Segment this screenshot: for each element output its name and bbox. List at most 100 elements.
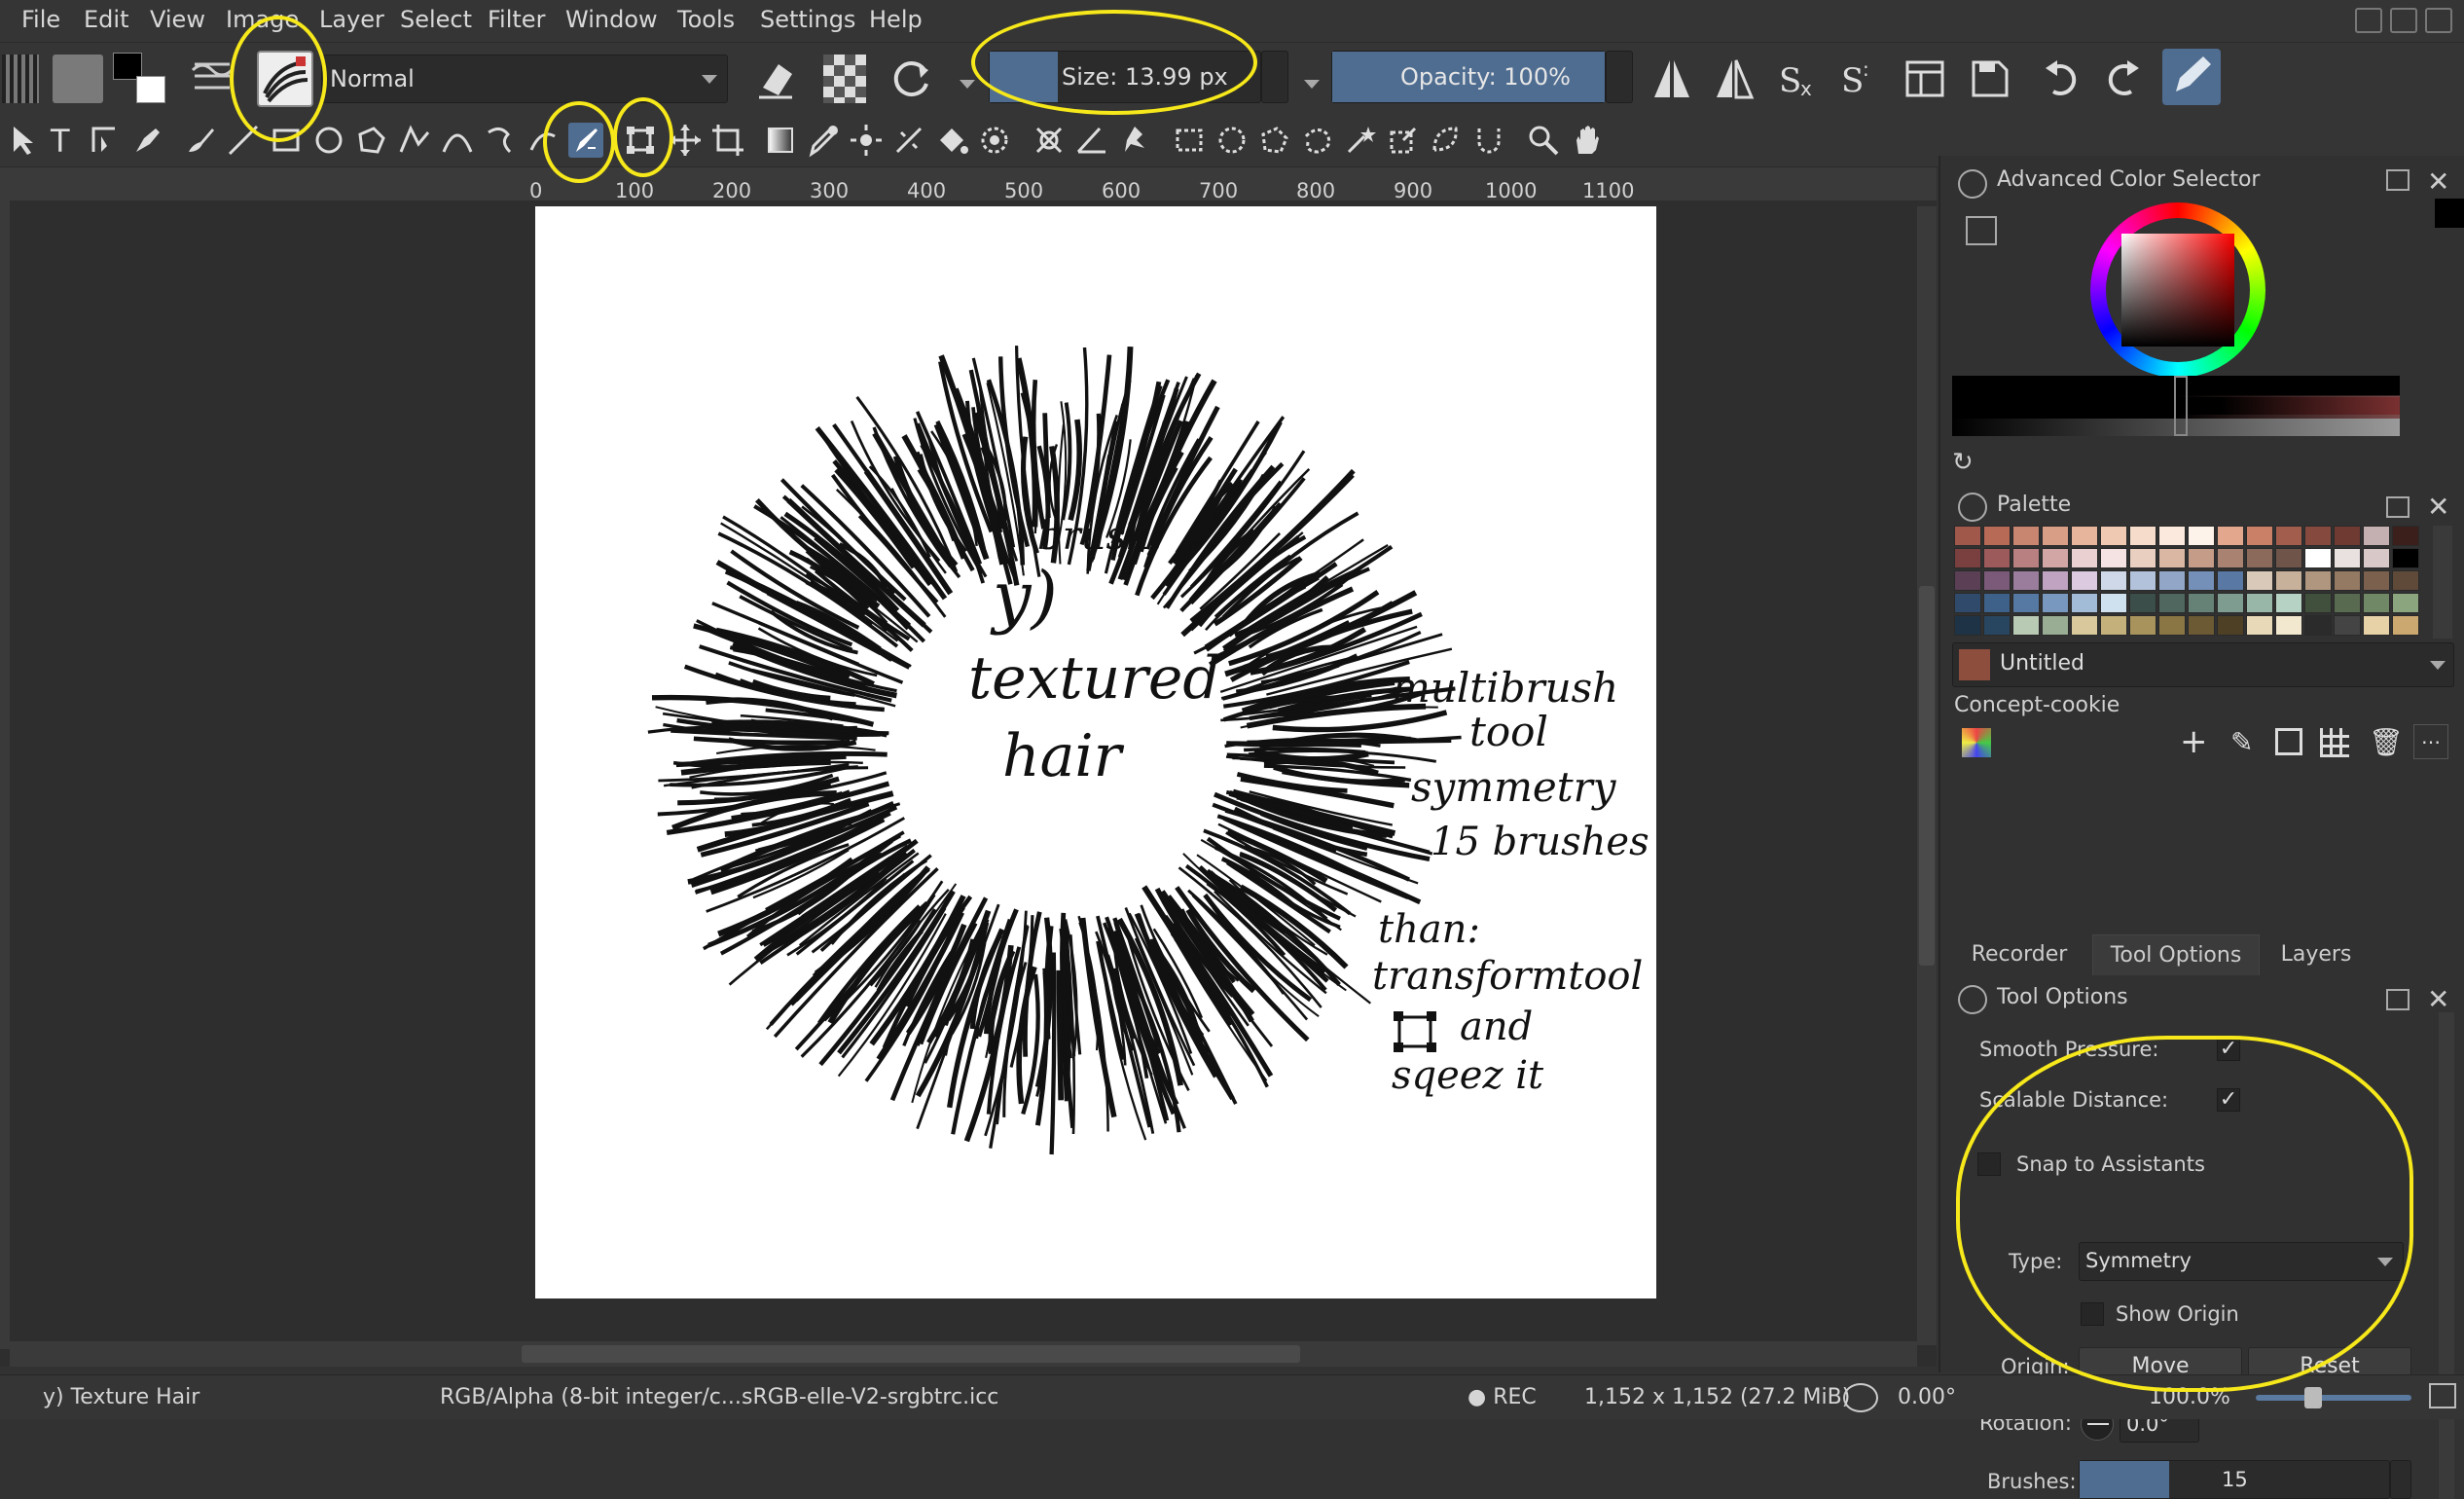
color-selector-settings-icon[interactable] [1966, 216, 1997, 245]
enclose-fill-icon[interactable] [977, 123, 1012, 158]
palette-swatch[interactable] [2275, 615, 2302, 636]
brushes-slider[interactable]: 15 [2079, 1460, 2390, 1499]
palette-swatch[interactable] [2392, 593, 2419, 613]
palette-swatch[interactable] [2217, 548, 2244, 568]
palette-swatch[interactable] [2100, 526, 2127, 546]
palette-swatch[interactable] [2188, 615, 2215, 636]
pan-tool-icon[interactable] [1569, 123, 1604, 158]
palette-swatch[interactable] [2217, 615, 2244, 636]
size-spinner[interactable] [1261, 51, 1288, 103]
select-shapes-icon[interactable] [6, 123, 41, 158]
palette-swatch[interactable] [2158, 526, 2186, 546]
measure-tool-icon[interactable] [1074, 123, 1109, 158]
gradient-tool-icon[interactable] [763, 123, 798, 158]
palette-color-select[interactable]: Untitled [1952, 642, 2454, 687]
float-docker-icon[interactable] [2386, 989, 2410, 1010]
more-options-button[interactable]: … [2413, 724, 2448, 759]
snap-assistants-checkbox[interactable] [1977, 1152, 2001, 1176]
palette-swatch[interactable] [1954, 548, 1981, 568]
fill-tool-icon[interactable] [934, 123, 969, 158]
palette-swatch[interactable] [1983, 615, 2011, 636]
palette-swatch[interactable] [2188, 570, 2215, 591]
palette-swatch[interactable] [2071, 615, 2098, 636]
mirror-vertical-icon[interactable] [1713, 55, 1756, 103]
wrap-around-icon[interactable]: Sx [1777, 55, 1820, 103]
palette-swatch[interactable] [1983, 570, 2011, 591]
palette-swatch[interactable] [1983, 548, 2011, 568]
rect-select-icon[interactable] [1172, 123, 1207, 158]
palette-swatch[interactable] [2100, 593, 2127, 613]
status-zoom-level[interactable]: 100.0% [2149, 1385, 2230, 1409]
vertical-scrollbar[interactable] [1917, 206, 1937, 1345]
rectangle-tool-icon[interactable] [269, 123, 304, 158]
palette-swatch[interactable] [2012, 548, 2040, 568]
opacity-slider[interactable]: Opacity: 100% [1331, 51, 1606, 103]
palette-swatch[interactable] [1954, 615, 1981, 636]
workspace-icon[interactable] [1903, 55, 1946, 103]
edit-swatch-icon[interactable]: ✎ [2230, 726, 2253, 758]
menu-layer[interactable]: Layer [319, 6, 384, 33]
show-origin-checkbox[interactable] [2081, 1302, 2104, 1326]
palette-swatch[interactable] [2334, 526, 2361, 546]
ellipse-select-icon[interactable] [1214, 123, 1250, 158]
magnetic-select-icon[interactable] [1471, 123, 1506, 158]
brush-settings-icon[interactable] [191, 56, 236, 99]
palette-swatch[interactable] [2158, 548, 2186, 568]
type-select[interactable]: Symmetry [2079, 1242, 2404, 1281]
ellipse-tool-icon[interactable] [311, 123, 346, 158]
palette-chooser-icon[interactable] [1962, 728, 1991, 757]
palette-swatch[interactable] [2100, 615, 2127, 636]
palette-swatch[interactable] [2275, 526, 2302, 546]
palette-swatch[interactable] [2246, 526, 2273, 546]
palette-swatch[interactable] [2012, 526, 2040, 546]
status-recording[interactable]: ● REC [1468, 1385, 1537, 1409]
palette-swatch[interactable] [1954, 526, 1981, 546]
smooth-pressure-checkbox[interactable]: ✓ [2217, 1038, 2240, 1061]
size-slider[interactable]: Size: 13.99 px [989, 51, 1261, 103]
scalable-distance-checkbox[interactable]: ✓ [2217, 1088, 2240, 1112]
multibrush-tool-icon[interactable] [568, 123, 603, 158]
brushes-spinner[interactable] [2390, 1460, 2411, 1499]
palette-swatch[interactable] [2042, 526, 2069, 546]
palette-swatch[interactable] [2363, 548, 2390, 568]
horizontal-scroll-thumb[interactable] [522, 1345, 1300, 1363]
palette-swatch[interactable] [2042, 615, 2069, 636]
close-icon[interactable]: ✕ [2427, 983, 2449, 1015]
palette-swatch[interactable] [2334, 593, 2361, 613]
palette-swatch[interactable] [2129, 593, 2156, 613]
edit-shapes-icon[interactable] [88, 123, 123, 158]
zoom-tool-icon[interactable] [1526, 123, 1561, 158]
palette-swatch[interactable] [2071, 593, 2098, 613]
palette-swatch[interactable] [2158, 570, 2186, 591]
palette-swatch[interactable] [2363, 526, 2390, 546]
palette-swatch[interactable] [1954, 570, 1981, 591]
palette-swatch[interactable] [2217, 593, 2244, 613]
palette-swatch[interactable] [2188, 526, 2215, 546]
vertical-scroll-thumb[interactable] [1919, 586, 1935, 966]
palette-swatch[interactable] [2129, 526, 2156, 546]
assistant-tool-icon[interactable] [1032, 123, 1067, 158]
reference-images-icon[interactable] [1117, 123, 1152, 158]
saturation-value-square[interactable] [2121, 234, 2234, 347]
fullscreen-icon[interactable] [2429, 1383, 2456, 1408]
palette-swatch[interactable] [2246, 548, 2273, 568]
palette-swatch[interactable] [2100, 570, 2127, 591]
gradient-swatch[interactable] [2, 55, 39, 103]
palette-swatch[interactable] [2246, 615, 2273, 636]
palette-swatch[interactable] [2188, 593, 2215, 613]
menu-tools[interactable]: Tools [677, 6, 735, 33]
calligraphy-icon[interactable] [130, 123, 165, 158]
palette-swatch[interactable] [2246, 593, 2273, 613]
palette-swatch[interactable] [2188, 548, 2215, 568]
add-swatch-icon[interactable]: + [2180, 722, 2208, 761]
palette-swatch[interactable] [2246, 570, 2273, 591]
close-window-button[interactable] [2425, 8, 2452, 33]
palette-swatch[interactable] [2217, 570, 2244, 591]
palette-swatch[interactable] [2334, 548, 2361, 568]
freehand-path-icon[interactable] [483, 123, 518, 158]
palette-swatch[interactable] [2012, 570, 2040, 591]
zoom-slider[interactable] [2256, 1387, 2411, 1408]
palette-swatch[interactable] [2071, 570, 2098, 591]
palette-swatch[interactable] [2334, 615, 2361, 636]
hue-ring[interactable] [2090, 202, 2265, 378]
